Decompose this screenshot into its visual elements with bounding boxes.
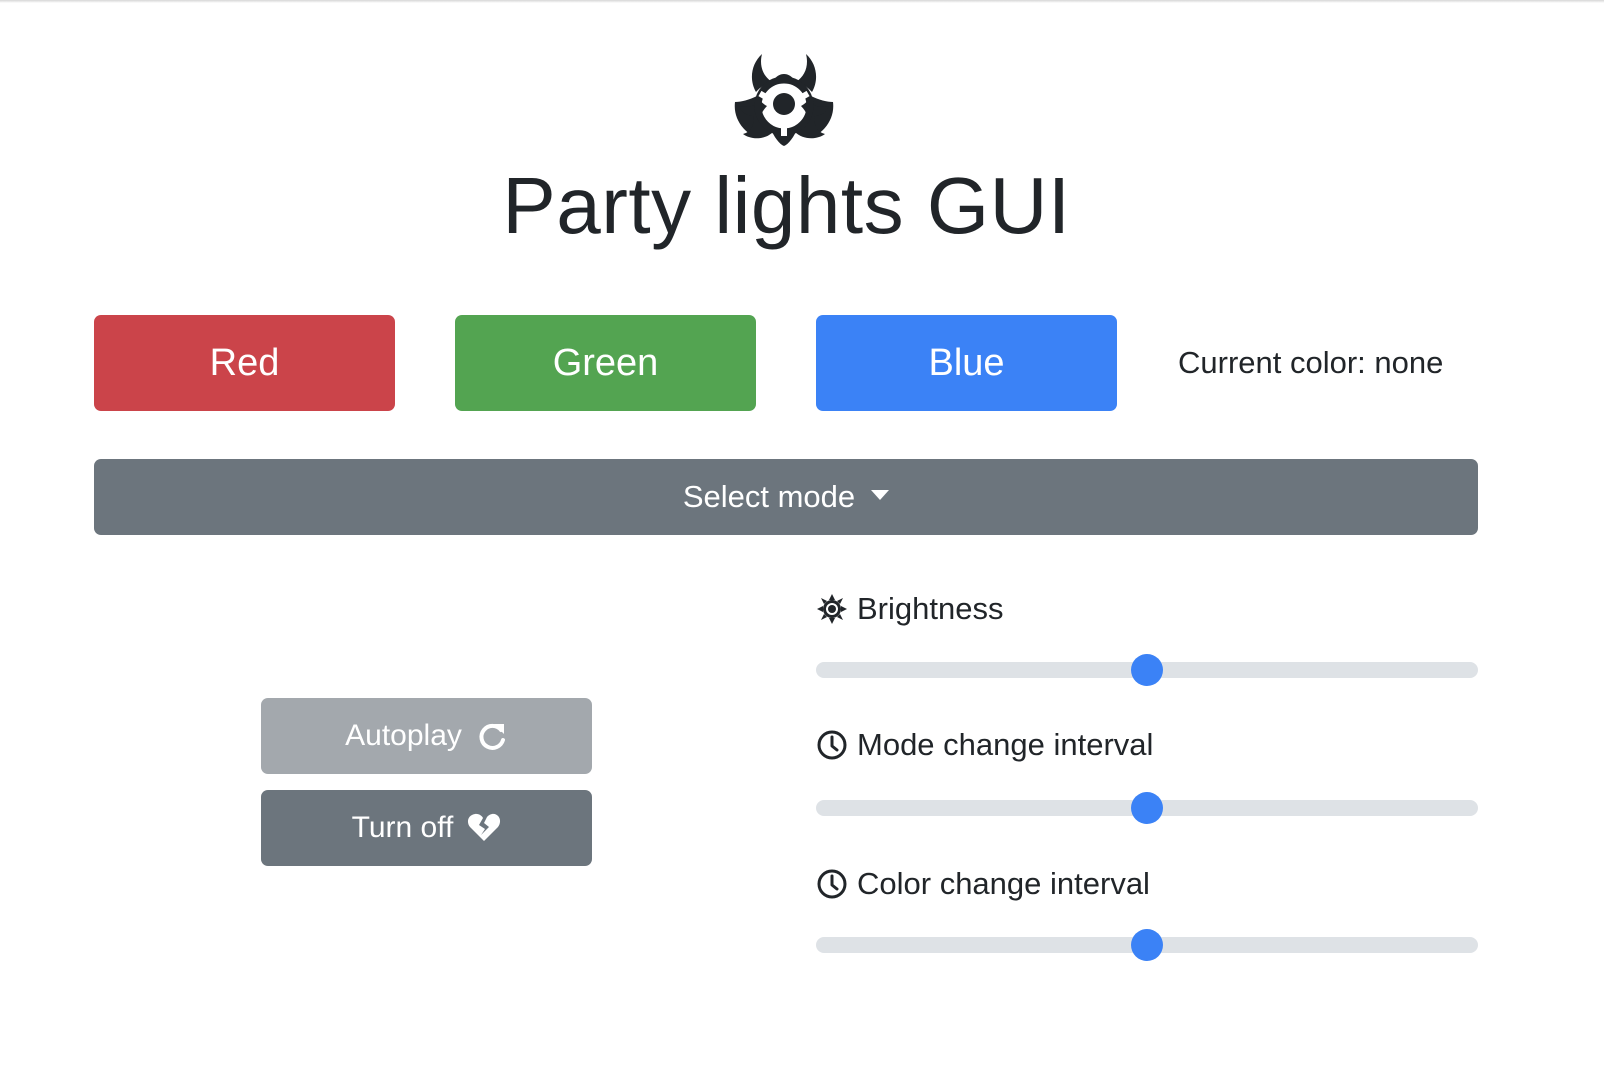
current-color-status: Current color: none <box>1178 345 1444 380</box>
brightness-slider[interactable] <box>816 654 1478 686</box>
brightness-text: Brightness <box>857 591 1004 626</box>
turn-off-button[interactable]: Turn off <box>261 790 592 866</box>
autoplay-button[interactable]: Autoplay <box>261 698 592 774</box>
turn-off-label: Turn off <box>351 811 454 844</box>
color-change-interval-slider[interactable] <box>816 929 1478 961</box>
biohazard-icon <box>729 46 839 150</box>
red-button[interactable]: Red <box>94 315 395 411</box>
color-change-interval-label: Color change interval <box>816 864 1150 904</box>
select-mode-dropdown[interactable]: Select mode <box>94 459 1478 535</box>
color-change-interval-text: Color change interval <box>857 866 1150 901</box>
top-border <box>0 0 1604 3</box>
brightness-label: Brightness <box>816 589 1003 629</box>
select-mode-label: Select mode <box>682 479 856 514</box>
brightness-slider-thumb[interactable] <box>1131 654 1163 686</box>
clock-icon <box>816 729 848 761</box>
page-title: Party lights GUI <box>502 161 1071 250</box>
mode-change-interval-text: Mode change interval <box>857 727 1154 762</box>
mode-change-interval-slider-thumb[interactable] <box>1131 792 1163 824</box>
mode-change-interval-slider[interactable] <box>816 792 1478 824</box>
autoplay-label: Autoplay <box>345 719 462 752</box>
redo-icon <box>476 720 508 752</box>
mode-change-interval-label: Mode change interval <box>816 725 1153 765</box>
color-change-interval-slider-thumb[interactable] <box>1131 929 1163 961</box>
clock-icon <box>816 868 848 900</box>
heart-broken-icon <box>467 813 501 843</box>
green-button[interactable]: Green <box>455 315 756 411</box>
caret-down-icon <box>871 490 890 500</box>
sun-icon <box>816 593 848 625</box>
blue-button[interactable]: Blue <box>816 315 1117 411</box>
